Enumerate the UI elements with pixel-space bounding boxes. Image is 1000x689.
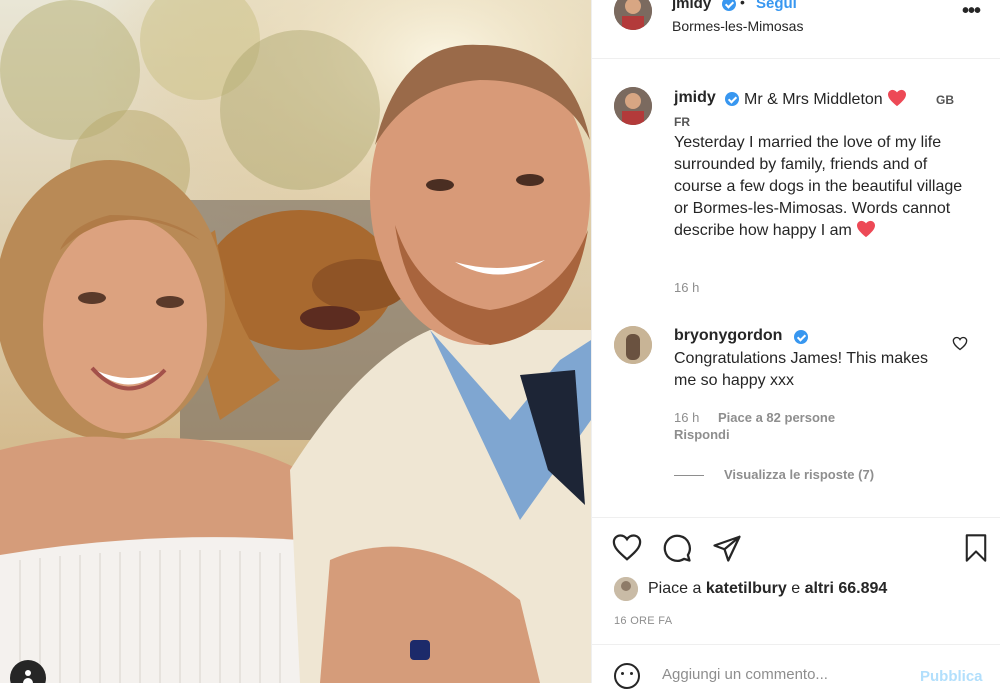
caption-title-text: Mr & Mrs Middleton bbox=[744, 91, 883, 108]
comment-likes-link[interactable]: Piace a 82 persone bbox=[718, 410, 835, 425]
verified-badge-icon bbox=[722, 0, 736, 11]
wedding-selfie-image bbox=[0, 0, 591, 683]
commenter-username-link[interactable]: bryonygordon bbox=[674, 327, 782, 345]
speech-bubble-icon[interactable] bbox=[662, 533, 692, 563]
comment-input[interactable] bbox=[662, 666, 902, 683]
caption-title: Mr & Mrs Middleton bbox=[744, 89, 907, 109]
post-side-panel: jmidy • Segui Bormes-les-Mimosas ••• jmi… bbox=[591, 0, 1000, 689]
header-divider bbox=[592, 58, 1000, 59]
post-timestamp[interactable]: 16 ORE FA bbox=[614, 615, 672, 627]
liker-username-link[interactable]: katetilbury bbox=[706, 580, 787, 597]
author-avatar[interactable] bbox=[614, 0, 652, 30]
bookmark-icon[interactable] bbox=[962, 533, 990, 563]
location-link[interactable]: Bormes-les-Mimosas bbox=[672, 18, 803, 34]
verified-badge-icon bbox=[794, 330, 808, 344]
author-username-link[interactable]: jmidy bbox=[672, 0, 711, 12]
verified-badge-icon bbox=[725, 92, 739, 106]
likes-summary: Piace a katetilbury e altri 66.894 bbox=[648, 580, 887, 598]
caption-avatar[interactable] bbox=[614, 87, 652, 125]
comment-text: Congratulations James! This makes me so … bbox=[674, 350, 929, 389]
caption-body-text: Yesterday I married the love of my life … bbox=[674, 134, 963, 239]
likes-prefix: Piace a bbox=[648, 580, 702, 597]
liker-avatar[interactable] bbox=[614, 577, 638, 601]
author-avatar-image bbox=[614, 0, 652, 30]
caption-username-link[interactable]: jmidy bbox=[674, 89, 716, 107]
post-photo[interactable] bbox=[0, 0, 591, 683]
caption-timestamp[interactable]: 16 h bbox=[674, 280, 699, 295]
caption-avatar-image bbox=[614, 87, 652, 125]
view-replies-button[interactable]: Visualizza le risposte (7) bbox=[724, 467, 874, 482]
actions-divider bbox=[592, 517, 1000, 518]
red-heart-icon bbox=[857, 220, 876, 238]
commenter-avatar[interactable] bbox=[614, 326, 652, 364]
flag-gb: GB bbox=[936, 93, 954, 107]
comment-timestamp[interactable]: 16 h bbox=[674, 410, 699, 425]
smiley-icon[interactable] bbox=[614, 663, 640, 689]
red-heart-icon bbox=[888, 89, 907, 107]
follow-button[interactable]: Segui bbox=[756, 0, 797, 12]
liker-avatar-image bbox=[614, 577, 638, 601]
flag-fr: FR bbox=[674, 115, 690, 129]
reply-button[interactable]: Rispondi bbox=[674, 427, 730, 442]
publish-button[interactable]: Pubblica bbox=[920, 668, 983, 685]
comment-box-divider bbox=[592, 644, 1000, 645]
separator-dot: • bbox=[740, 0, 745, 10]
more-options-icon[interactable]: ••• bbox=[962, 0, 981, 23]
paper-plane-icon[interactable] bbox=[712, 533, 742, 563]
likes-others-link[interactable]: altri 66.894 bbox=[805, 580, 888, 597]
commenter-avatar-image bbox=[614, 326, 652, 364]
comment-like-heart-icon[interactable] bbox=[952, 336, 968, 351]
heart-outline-icon[interactable] bbox=[612, 533, 642, 563]
likes-conj: e bbox=[791, 580, 801, 597]
caption-body: Yesterday I married the love of my life … bbox=[674, 132, 974, 242]
replies-divider-line bbox=[674, 475, 704, 476]
